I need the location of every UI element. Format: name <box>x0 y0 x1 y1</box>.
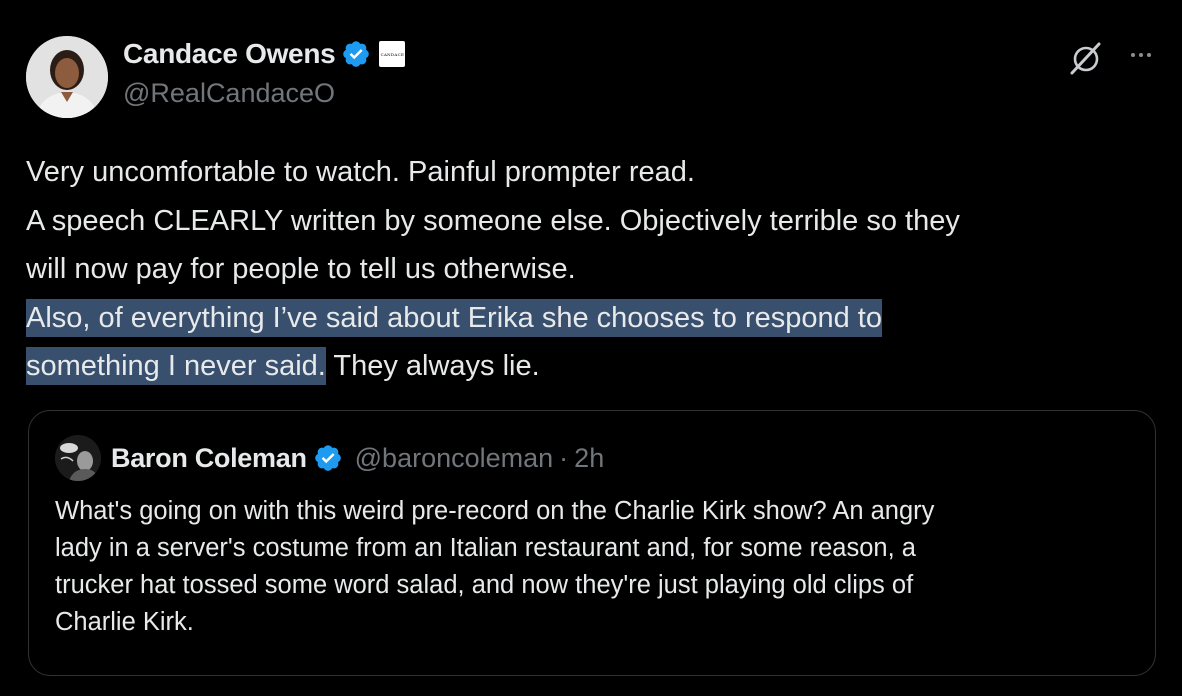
more-dot <box>1131 53 1135 57</box>
grok-icon[interactable] <box>1066 38 1106 78</box>
quoted-author-name[interactable]: Baron Coleman <box>111 443 307 474</box>
tweet-text-tail: They always lie. <box>325 350 540 382</box>
author-handle[interactable]: @RealCandaceO <box>123 78 335 109</box>
quoted-text-line: trucker hat tossed some word salad, and … <box>55 571 914 599</box>
more-icon[interactable] <box>1124 40 1158 70</box>
quoted-author-row: Baron Coleman @baroncoleman · 2h <box>111 439 604 477</box>
quoted-author-handle[interactable]: @baroncoleman <box>355 443 554 474</box>
quoted-timestamp[interactable]: 2h <box>574 443 604 474</box>
verified-badge-icon[interactable] <box>341 39 371 69</box>
selected-text: Also, of everything I’ve said about Erik… <box>26 298 882 337</box>
author-name-row: Candace Owens CANDACE <box>123 36 406 72</box>
author-avatar[interactable] <box>26 36 108 118</box>
tweet-text: Very uncomfortable to watch. Painful pro… <box>26 148 1166 391</box>
tweet-text-line: Very uncomfortable to watch. Painful pro… <box>26 156 695 188</box>
quoted-author-avatar[interactable] <box>55 435 101 481</box>
affiliate-badge[interactable]: CANDACE <box>379 41 406 67</box>
quoted-tweet-card[interactable]: Baron Coleman @baroncoleman · 2h What's … <box>28 410 1156 676</box>
tweet-text-line: something I never said. They always lie. <box>26 342 1166 391</box>
selected-text: something I never said. <box>26 347 326 385</box>
separator-dot: · <box>559 442 569 473</box>
avatar-image <box>26 36 108 118</box>
tweet-text-line: will now pay for people to tell us other… <box>26 253 576 285</box>
quoted-text-line: Charlie Kirk. <box>55 608 194 636</box>
tweet-text-line: Also, of everything I’ve said about Erik… <box>26 294 1166 343</box>
quoted-text-line: lady in a server's costume from an Itali… <box>55 534 916 562</box>
tweet-text-line: A speech CLEARLY written by someone else… <box>26 204 960 237</box>
verified-badge-icon[interactable] <box>313 443 343 473</box>
author-display-name[interactable]: Candace Owens <box>123 38 336 70</box>
more-dot <box>1139 53 1143 57</box>
more-dot <box>1147 53 1151 57</box>
affiliate-badge-text: CANDACE <box>380 51 405 57</box>
quoted-text-line: What's going on with this weird pre-reco… <box>55 497 935 525</box>
quoted-tweet-text: What's going on with this weird pre-reco… <box>55 493 1145 641</box>
quoted-avatar-image <box>55 435 101 481</box>
